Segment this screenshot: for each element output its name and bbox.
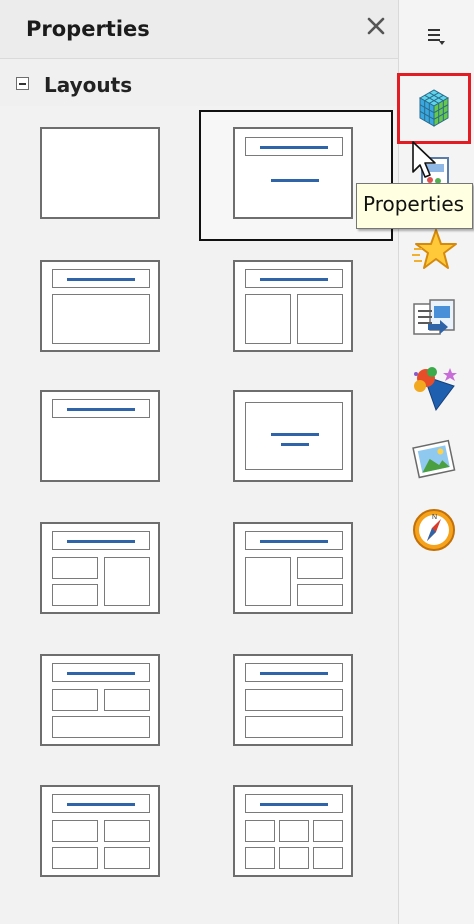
title-placeholder [245, 269, 343, 288]
layout-title-six-content[interactable] [233, 785, 353, 877]
panel-title: Properties [26, 17, 150, 41]
content-6 [313, 847, 343, 869]
content-placeholder [245, 159, 343, 209]
content-placeholder [245, 402, 343, 470]
layout-title-two-top-one-bottom[interactable] [40, 654, 160, 746]
custom-animation-icon[interactable] [406, 222, 462, 278]
title-placeholder [245, 531, 343, 550]
content-top-right [104, 689, 150, 711]
content-bottom [245, 716, 343, 738]
content-left [245, 294, 291, 344]
tooltip-text: Properties [363, 192, 465, 216]
layout-blank-slide[interactable] [40, 127, 160, 219]
content-right [297, 294, 343, 344]
title-placeholder [52, 399, 150, 418]
title-placeholder [245, 794, 343, 813]
content-2 [279, 820, 309, 842]
title-placeholder [245, 663, 343, 682]
navigator-icon[interactable]: N [406, 502, 462, 558]
content-left-top [52, 557, 98, 579]
content-top-left [52, 820, 98, 842]
mouse-pointer-icon [412, 141, 436, 178]
selected-tab-highlight [397, 73, 471, 144]
styles-icon[interactable] [406, 360, 462, 416]
content-bottom-right [104, 847, 150, 869]
content-top [245, 689, 343, 711]
content-placeholder [52, 294, 150, 344]
content-5 [279, 847, 309, 869]
content-left-bottom [52, 584, 98, 606]
layout-title-two-columns[interactable] [233, 260, 353, 352]
content-top-right [104, 820, 150, 842]
tooltip: Properties [356, 183, 473, 229]
layout-centered-text[interactable] [233, 390, 353, 482]
title-placeholder [245, 137, 343, 156]
layout-title-one-left-two-rows-right[interactable] [233, 522, 353, 614]
center-line-2 [281, 443, 309, 446]
layout-title-four-content[interactable] [40, 785, 160, 877]
content-top-left [52, 689, 98, 711]
content-right-top [297, 557, 343, 579]
collapse-minus-icon[interactable] [16, 77, 29, 90]
properties-panel: Properties Layouts [0, 0, 399, 924]
title-placeholder [52, 794, 150, 813]
layout-title-content[interactable] [40, 260, 160, 352]
panel-header: Properties [0, 0, 398, 59]
section-title: Layouts [44, 73, 133, 97]
title-placeholder [52, 269, 150, 288]
layout-title-two-rows[interactable] [233, 654, 353, 746]
title-placeholder [52, 531, 150, 550]
layout-title-two-rows-left-one-right[interactable] [40, 522, 160, 614]
center-line-1 [271, 433, 319, 436]
gallery-icon[interactable] [406, 432, 462, 488]
content-4 [245, 847, 275, 869]
content-right-bottom [297, 584, 343, 606]
sidebar-menu-icon[interactable] [420, 22, 452, 50]
layout-title-only-selected[interactable] [233, 127, 353, 219]
content-bottom-left [52, 847, 98, 869]
content-right [104, 557, 150, 606]
master-slides-icon[interactable] [406, 292, 462, 348]
content-bottom [52, 716, 150, 738]
content-1 [245, 820, 275, 842]
content-3 [313, 820, 343, 842]
layout-title-only[interactable] [40, 390, 160, 482]
title-placeholder [52, 663, 150, 682]
svg-text:N: N [432, 514, 437, 521]
close-icon[interactable] [364, 14, 388, 38]
content-left [245, 557, 291, 606]
